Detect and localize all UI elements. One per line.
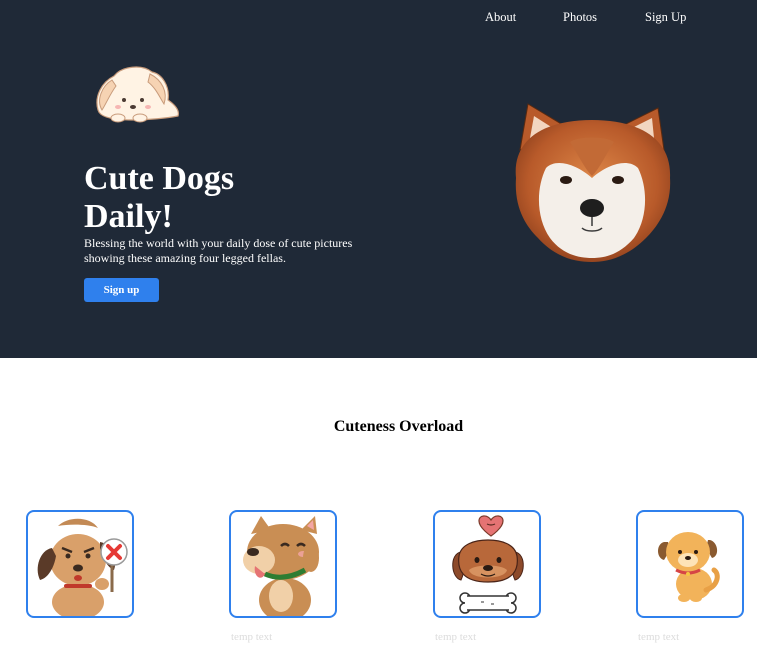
nav-about-link[interactable]: About bbox=[485, 10, 516, 25]
hero-subtitle: Blessing the world with your daily dose … bbox=[84, 236, 353, 265]
nav-photos-link[interactable]: Photos bbox=[563, 10, 597, 25]
hero-signup-button[interactable]: Sign up bbox=[84, 278, 159, 302]
puppy-logo-icon bbox=[96, 66, 179, 123]
card-2-caption: temp text bbox=[231, 631, 273, 643]
dog-heart-bone-icon bbox=[452, 515, 524, 614]
card-4-caption: temp text bbox=[638, 631, 680, 643]
gallery-title: Cuteness Overload bbox=[333, 418, 464, 435]
dog-refusing-icon bbox=[37, 518, 128, 616]
gallery-card-2[interactable] bbox=[229, 510, 337, 618]
top-nav: About Photos Sign Up bbox=[0, 10, 757, 30]
hero-section: About Photos Sign Up Cute Dogs Daily! Bl… bbox=[0, 0, 757, 358]
dog-tongue-icon bbox=[243, 516, 319, 616]
gallery-card-3[interactable] bbox=[433, 510, 541, 618]
sitting-puppy-icon bbox=[658, 532, 720, 602]
nav-signup-link[interactable]: Sign Up bbox=[645, 10, 686, 25]
card-3-caption: temp text bbox=[435, 631, 477, 643]
gallery-card-4[interactable] bbox=[636, 510, 744, 618]
hero-title: Cute Dogs Daily! bbox=[84, 160, 235, 235]
gallery-card-1[interactable] bbox=[26, 510, 134, 618]
akita-dog-photo bbox=[515, 103, 671, 262]
